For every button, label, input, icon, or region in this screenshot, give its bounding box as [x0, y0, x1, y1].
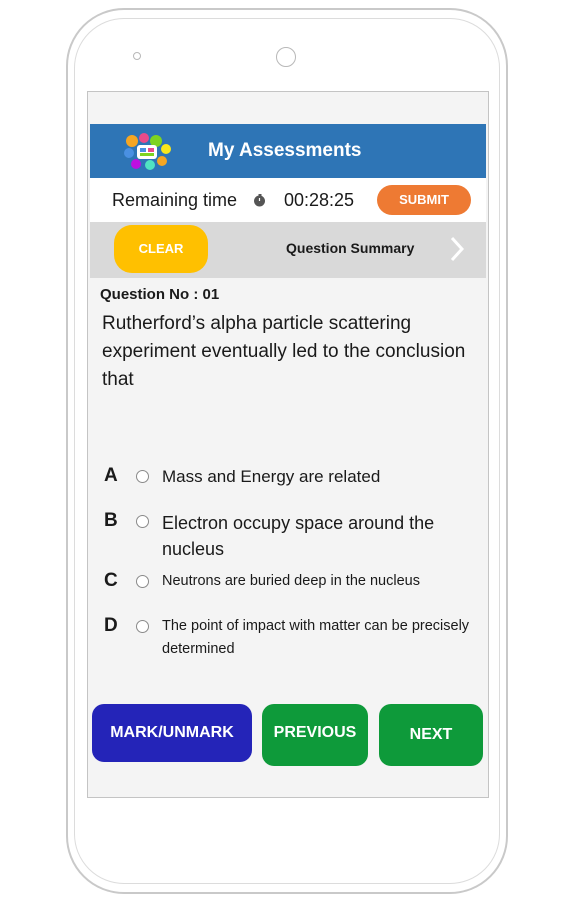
option-letter: B [104, 510, 118, 531]
question-number: Question No : 01 [100, 286, 220, 303]
submit-button[interactable]: SUBMIT [377, 185, 471, 215]
chevron-right-icon[interactable] [450, 236, 464, 262]
radio-button[interactable] [136, 470, 149, 483]
camera-icon [133, 52, 141, 60]
remaining-time-value: 00:28:25 [284, 190, 355, 210]
next-button[interactable]: NEXT [379, 704, 483, 766]
front-sensor-icon [276, 47, 296, 67]
option-text: Neutrons are buried deep in the nucleus [162, 573, 420, 589]
option-letter: C [104, 570, 118, 591]
page-title: My Assessments [208, 140, 362, 161]
option-text: Mass and Energy are related [162, 467, 381, 486]
radio-button[interactable] [136, 575, 149, 588]
option-text: The point of impact with matter can be p… [162, 618, 470, 657]
option-a[interactable]: A Mass and Energy are related [104, 465, 486, 493]
option-letter: A [104, 465, 118, 486]
remaining-time-label: Remaining time [112, 190, 238, 210]
question-text: Rutherford’s alpha particle scattering e… [102, 313, 466, 390]
question-toolbar: CLEAR Question Summary [90, 222, 486, 278]
option-c[interactable]: C Neutrons are buried deep in the nucleu… [104, 570, 486, 596]
option-text: Electron occupy space around the nucleus [162, 513, 435, 559]
mark-unmark-button[interactable]: MARK/UNMARK [92, 704, 252, 762]
app-header: My Assessments [90, 124, 486, 178]
question-summary-link[interactable]: Question Summary [286, 222, 414, 274]
radio-button[interactable] [136, 620, 149, 633]
option-b[interactable]: B Electron occupy space around the nucle… [104, 510, 486, 562]
clear-button[interactable]: CLEAR [114, 225, 208, 273]
colorful-apps-cluster-icon [124, 133, 171, 170]
app-screen: My Assessments Remaining time 00:28:25 S… [87, 91, 489, 798]
timer-bar: Remaining time 00:28:25 SUBMIT [90, 178, 486, 222]
stopwatch-icon [254, 194, 265, 207]
option-letter: D [104, 615, 118, 636]
previous-button[interactable]: PREVIOUS [262, 704, 368, 766]
radio-button[interactable] [136, 515, 149, 528]
option-d[interactable]: D The point of impact with matter can be… [104, 615, 486, 661]
device-mockup: My Assessments Remaining time 00:28:25 S… [0, 0, 576, 900]
